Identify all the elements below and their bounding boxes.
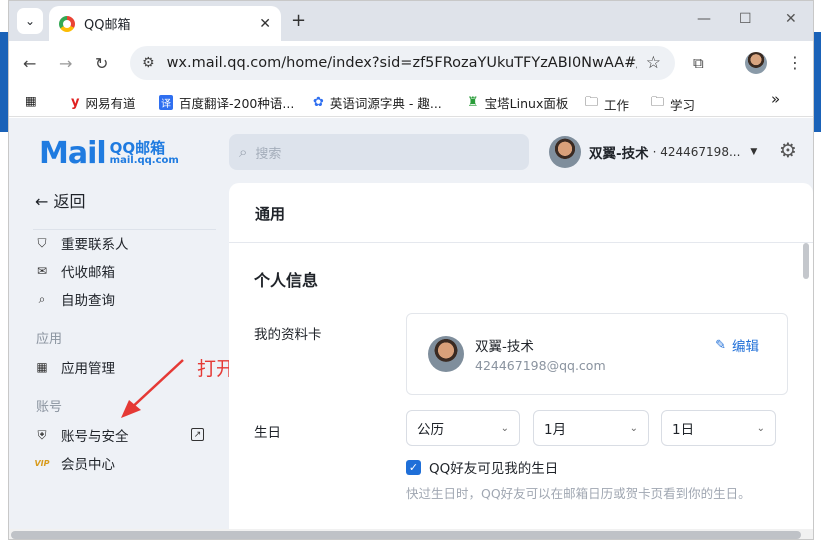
page-title: 通用 xyxy=(229,183,813,243)
gear-icon[interactable]: ⚙ xyxy=(779,138,797,162)
sidebar-item-vip-center[interactable]: VIP 会员中心 xyxy=(34,453,115,473)
sidebar-item-self-query[interactable]: ⌕ 自助查询 xyxy=(35,289,115,310)
address-bar[interactable]: ⚙ wx.mail.qq.com/home/index?sid=zf5FRoza… xyxy=(130,46,675,80)
user-id: · 424467198... xyxy=(652,145,741,159)
folder-icon: 🗀 xyxy=(585,95,599,110)
youdao-icon: y xyxy=(71,95,80,110)
tab-strip: ⌄ QQ邮箱 ✕ + — ☐ ✕ xyxy=(9,1,813,41)
mailbox-icon: ✉ xyxy=(36,264,48,278)
vip-icon: VIP xyxy=(34,458,50,468)
chrome-favicon-icon xyxy=(59,15,75,32)
chevron-down-icon: ⌄ xyxy=(500,422,509,434)
url-text: wx.mail.qq.com/home/index?sid=zf5FRozaYU… xyxy=(166,55,637,71)
avatar xyxy=(549,136,581,168)
tab-search-button[interactable]: ⌄ xyxy=(17,8,43,34)
query-icon: ⌕ xyxy=(38,291,46,306)
birthday-visible-checkbox[interactable]: ✓ QQ好友可见我的生日 xyxy=(406,457,558,477)
edit-profile-button[interactable]: ✎ 编辑 xyxy=(715,335,759,356)
search-icon: ⌕ xyxy=(239,143,248,161)
bookmark-baota[interactable]: ♜ 宝塔Linux面板 xyxy=(467,93,568,112)
caret-down-icon: ▼ xyxy=(750,147,758,157)
tab-qq-mail[interactable]: QQ邮箱 ✕ xyxy=(49,6,281,41)
search-placeholder: 搜索 xyxy=(255,146,282,162)
external-link-icon[interactable]: ↗ xyxy=(191,428,204,441)
minimize-icon[interactable]: — xyxy=(697,11,711,27)
settings-main-panel: 通用 个人信息 我的资料卡 双翼-技术 424467198@qq.com ✎ 编辑… xyxy=(229,183,813,539)
sidebar-item-app-manage[interactable]: ▦ 应用管理 xyxy=(35,357,115,377)
profile-avatar[interactable] xyxy=(745,52,767,74)
close-tab-icon[interactable]: ✕ xyxy=(259,16,271,32)
bookmark-folder-work[interactable]: 🗀 工作 xyxy=(585,93,629,115)
profile-card: 双翼-技术 424467198@qq.com ✎ 编辑 xyxy=(406,313,788,395)
sidebar-item-important-contacts[interactable]: ⛉ 重要联系人 xyxy=(35,233,128,254)
chevron-down-icon: ⌄ xyxy=(629,422,638,434)
back-arrow-icon[interactable]: ← xyxy=(23,54,36,73)
browser-toolbar: ← → ↻ ⚙ wx.mail.qq.com/home/index?sid=zf… xyxy=(9,41,813,87)
profile-card-label: 我的资料卡 xyxy=(254,327,322,343)
card-email: 424467198@qq.com xyxy=(475,358,606,373)
maximize-icon[interactable]: ☐ xyxy=(739,11,752,27)
bookmarks-bar: ▦ y 网易有道 译百度翻译-200种语... ✿ 英语词源字典 - 趣... ♜ 宝… xyxy=(9,87,813,117)
checkmark-icon: ✓ xyxy=(406,459,421,475)
bookmark-baidu-translate[interactable]: 译百度翻译-200种语... xyxy=(159,93,294,112)
more-menu-icon[interactable]: ⋮ xyxy=(787,53,803,72)
mail-page: Mail QQ邮箱 mail.qq.com ⌕ 搜索 双翼-技术 · 42446… xyxy=(9,118,813,539)
annotation-arrow-icon xyxy=(121,359,184,418)
user-name: 双翼-技术 xyxy=(589,146,649,162)
apps-grid-icon[interactable]: ▦ xyxy=(25,93,37,108)
birthday-hint: 快过生日时，QQ好友可以在邮箱日历或贺卡页看到你的生日。 xyxy=(406,486,751,501)
qq-mail-logo[interactable]: Mail QQ邮箱 mail.qq.com xyxy=(39,136,179,171)
card-user-name: 双翼-技术 xyxy=(475,339,534,355)
day-select[interactable]: 1日 ⌄ xyxy=(661,410,776,446)
bookmark-folder-study[interactable]: 🗀 学习 xyxy=(651,93,695,115)
edit-icon: ✎ xyxy=(715,337,726,353)
grid-icon: ▦ xyxy=(36,360,48,374)
chevron-down-icon: ⌄ xyxy=(756,422,765,434)
sidebar-item-collect-mail[interactable]: ✉ 代收邮箱 xyxy=(35,261,115,281)
sidebar-item-account-security[interactable]: ⛨ 账号与安全 xyxy=(35,425,128,446)
shield-icon: ⛨ xyxy=(37,427,47,442)
new-tab-icon[interactable]: + xyxy=(291,10,306,31)
calendar-type-select[interactable]: 公历 ⌄ xyxy=(406,410,520,446)
extensions-icon[interactable]: ⧉ xyxy=(693,54,704,72)
user-menu[interactable]: 双翼-技术 · 424467198... ▼ xyxy=(549,136,757,168)
avatar xyxy=(428,336,464,372)
logo-name: QQ邮箱 xyxy=(109,139,166,157)
folder-icon: 🗀 xyxy=(651,95,665,110)
bookmark-star-icon[interactable]: ☆ xyxy=(646,53,661,73)
more-bookmarks-icon[interactable]: » xyxy=(771,90,780,108)
birthday-label: 生日 xyxy=(254,425,281,441)
bookmark-icon: ⛉ xyxy=(37,235,47,250)
horizontal-scrollbar[interactable] xyxy=(9,529,813,539)
search-input[interactable]: ⌕ 搜索 xyxy=(229,134,529,170)
back-arrow-icon: ← xyxy=(35,192,49,211)
chevron-down-icon: ⌄ xyxy=(24,14,36,28)
group-label-account: 账号 xyxy=(36,400,63,415)
logo-domain: mail.qq.com xyxy=(109,155,179,166)
vertical-scrollbar[interactable] xyxy=(803,243,809,279)
close-window-icon[interactable]: ✕ xyxy=(785,11,797,27)
group-label-apps: 应用 xyxy=(36,332,63,347)
month-select[interactable]: 1月 ⌄ xyxy=(533,410,649,446)
browser-window: ⌄ QQ邮箱 ✕ + — ☐ ✕ ← → ↻ ⚙ wx.mail.qq.com/… xyxy=(8,0,814,540)
baota-icon: ♜ xyxy=(467,95,479,110)
etymology-icon: ✿ xyxy=(313,95,324,110)
forward-arrow-icon[interactable]: → xyxy=(59,54,72,73)
bookmark-youdao[interactable]: y 网易有道 xyxy=(71,93,136,112)
baidu-translate-icon: 译 xyxy=(159,95,173,110)
divider xyxy=(33,229,216,230)
site-settings-icon[interactable]: ⚙ xyxy=(142,55,155,71)
reload-icon[interactable]: ↻ xyxy=(95,54,108,73)
section-title-personal-info: 个人信息 xyxy=(254,271,319,290)
back-button[interactable]: ← 返回 xyxy=(35,188,86,212)
bookmark-etymology[interactable]: ✿ 英语词源字典 - 趣... xyxy=(313,93,442,112)
logo-mark: Mail xyxy=(39,136,107,171)
tab-title: QQ邮箱 xyxy=(84,18,131,33)
